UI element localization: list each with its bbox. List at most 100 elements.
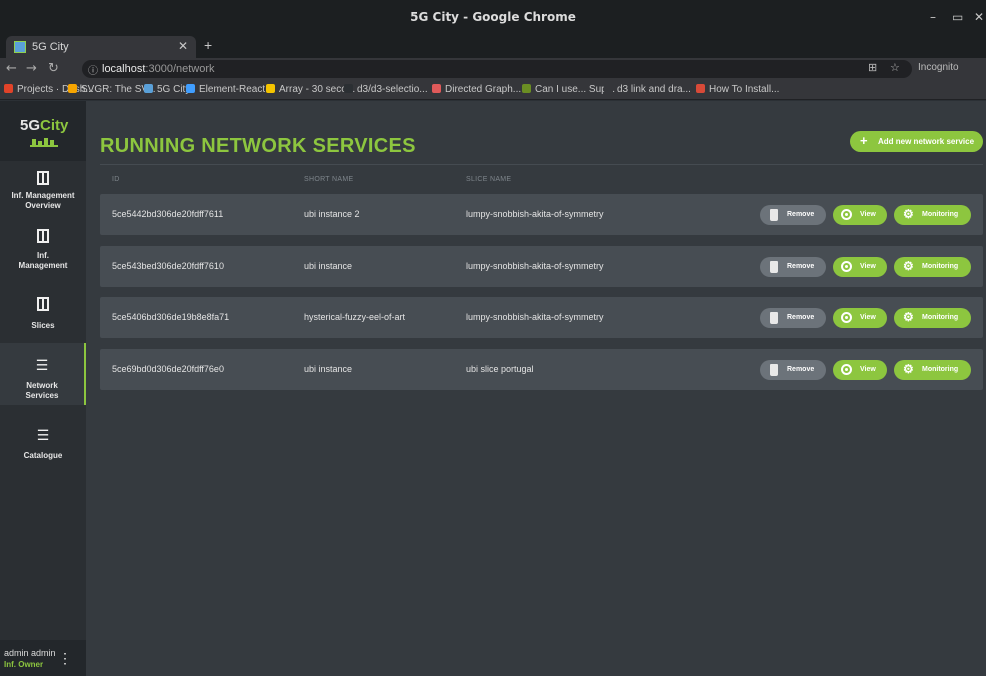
view-button[interactable]: View [833, 205, 887, 225]
eye-icon [841, 312, 852, 323]
remove-label: Remove [787, 211, 815, 218]
site-info-icon[interactable]: ⓘ [88, 62, 98, 77]
bookmark-favicon-icon [266, 84, 275, 93]
browser-titlebar: 5G City - Google Chrome – ▭ ✕ [0, 0, 986, 34]
cell-slice-name: lumpy-snobbish-akita-of-symmetry [466, 261, 604, 271]
view-button[interactable]: View [833, 360, 887, 380]
view-label: View [860, 211, 876, 218]
bookmark-label: Directed Graph... [445, 84, 522, 95]
list-icon: ☰ [35, 357, 49, 373]
new-tab-icon[interactable]: + [204, 37, 212, 53]
favicon-icon [14, 41, 26, 53]
window-title: 5G City - Google Chrome [410, 10, 576, 24]
bookmark-label: d3/d3-selectio... [357, 84, 428, 95]
remove-button[interactable]: Remove [760, 360, 826, 380]
monitoring-label: Monitoring [922, 211, 959, 218]
bookmark-label: d3 link and dra... [617, 84, 691, 95]
address-bar: ← → ↻ ⓘ localhost:3000/network ⊞ ☆ Incog… [0, 58, 986, 80]
tab-title: 5G City [32, 41, 69, 53]
close-window-icon[interactable]: ✕ [974, 10, 984, 24]
minimize-icon[interactable]: – [930, 10, 936, 24]
monitoring-button[interactable]: ⚙ Monitoring [894, 360, 971, 380]
bookmark-item[interactable]: 5G City [144, 84, 190, 95]
reload-icon[interactable]: ↻ [48, 61, 59, 76]
gear-icon: ⚙ [903, 362, 914, 376]
bookmarks-bar: Projects · Dash... SVGR: The SV... 5G City… [0, 80, 986, 100]
monitoring-label: Monitoring [922, 263, 959, 270]
logo-text-a: 5G [20, 117, 41, 134]
bookmark-item[interactable]: SVGR: The SV... [68, 84, 155, 95]
view-button[interactable]: View [833, 257, 887, 277]
trash-icon [770, 364, 778, 376]
remove-button[interactable]: Remove [760, 308, 826, 328]
bookmark-favicon-icon [68, 84, 77, 93]
url-text: localhost:3000/network [102, 63, 215, 75]
browser-tab[interactable]: 5G City ✕ [6, 36, 196, 58]
bookmark-label: How To Install... [709, 84, 780, 95]
sidebar-item-slices[interactable]: Slices [0, 287, 86, 337]
bookmark-item[interactable]: d3 link and dra... [604, 84, 691, 95]
cell-id: 5ce69bd0d306de20fdff76e0 [112, 364, 224, 374]
maximize-icon[interactable]: ▭ [952, 10, 963, 24]
view-button[interactable]: View [833, 308, 887, 328]
add-network-service-button[interactable]: + Add new network service [850, 131, 983, 152]
sidebar-item-inf-management[interactable]: Inf. Management [0, 219, 86, 277]
app-container: 5GCity Inf. Management Overview Inf. Man… [0, 101, 986, 676]
cell-id: 5ce5406bd306de19b8e8fa71 [112, 312, 230, 322]
add-button-label: Add new network service [878, 137, 975, 146]
close-tab-icon[interactable]: ✕ [178, 39, 188, 53]
eye-icon [841, 261, 852, 272]
table-row: 5ce543bed306de20fdff7610 ubi instance lump… [100, 246, 983, 287]
cell-slice-name: ubi slice portugal [466, 364, 534, 374]
bookmark-item[interactable]: Array - 30 seco... [266, 84, 355, 95]
view-label: View [860, 366, 876, 373]
cell-short-name: ubi instance [304, 364, 353, 374]
url-host: localhost [102, 63, 146, 75]
app-logo[interactable]: 5GCity [0, 101, 86, 161]
remove-label: Remove [787, 263, 815, 270]
tab-strip: 5G City ✕ + [0, 34, 986, 58]
forward-icon[interactable]: → [26, 61, 37, 76]
url-input[interactable]: ⓘ localhost:3000/network [82, 60, 912, 78]
trash-icon [770, 261, 778, 273]
bookmark-favicon-icon [432, 84, 441, 93]
monitoring-button[interactable]: ⚙ Monitoring [894, 257, 971, 277]
cell-id: 5ce543bed306de20fdff7610 [112, 261, 224, 271]
sidebar-item-network-services[interactable]: ☰ Network Services [0, 343, 86, 405]
more-vertical-icon[interactable]: ⋮ [58, 650, 72, 667]
user-role: Inf. Owner [4, 660, 44, 669]
bookmark-favicon-icon [522, 84, 531, 93]
gear-icon: ⚙ [903, 207, 914, 221]
monitoring-label: Monitoring [922, 366, 959, 373]
sidebar-item-label: Catalogue [23, 451, 63, 460]
sidebar-item-inf-management-overview[interactable]: Inf. Management Overview [0, 161, 86, 219]
remove-label: Remove [787, 366, 815, 373]
remove-button[interactable]: Remove [760, 205, 826, 225]
table-row: 5ce69bd0d306de20fdff76e0 ubi instance ubi … [100, 349, 983, 390]
map-icon [0, 227, 86, 245]
back-icon[interactable]: ← [6, 61, 17, 76]
monitoring-button[interactable]: ⚙ Monitoring [894, 205, 971, 225]
sidebar: 5GCity Inf. Management Overview Inf. Man… [0, 101, 86, 676]
gear-icon: ⚙ [903, 310, 914, 324]
plus-icon: + [860, 133, 868, 148]
monitoring-button[interactable]: ⚙ Monitoring [894, 308, 971, 328]
bookmark-favicon-icon [4, 84, 13, 93]
eye-icon [841, 364, 852, 375]
sidebar-item-catalogue[interactable]: ☰ Catalogue [0, 419, 86, 469]
translate-icon[interactable]: ⊞ [868, 61, 877, 74]
cell-short-name: hysterical-fuzzy-eel-of-art [304, 312, 406, 322]
bookmark-favicon-icon [604, 84, 613, 93]
bookmark-item[interactable]: Directed Graph... [432, 84, 521, 95]
bookmark-item[interactable]: How To Install... [696, 84, 779, 95]
column-header-short-name: SHORT NAME [304, 176, 354, 183]
logo-text-b: City [40, 117, 69, 134]
gear-icon: ⚙ [903, 259, 914, 273]
bookmark-item[interactable]: d3/d3-selectio... [344, 84, 428, 95]
remove-button[interactable]: Remove [760, 257, 826, 277]
bookmark-item[interactable]: Element-React [186, 84, 265, 95]
sidebar-item-label: Inf. Management Overview [11, 191, 75, 210]
url-path: :3000/network [145, 63, 215, 75]
bookmark-item[interactable]: Can I use... Sup... [522, 84, 615, 95]
bookmark-star-icon[interactable]: ☆ [890, 61, 900, 74]
